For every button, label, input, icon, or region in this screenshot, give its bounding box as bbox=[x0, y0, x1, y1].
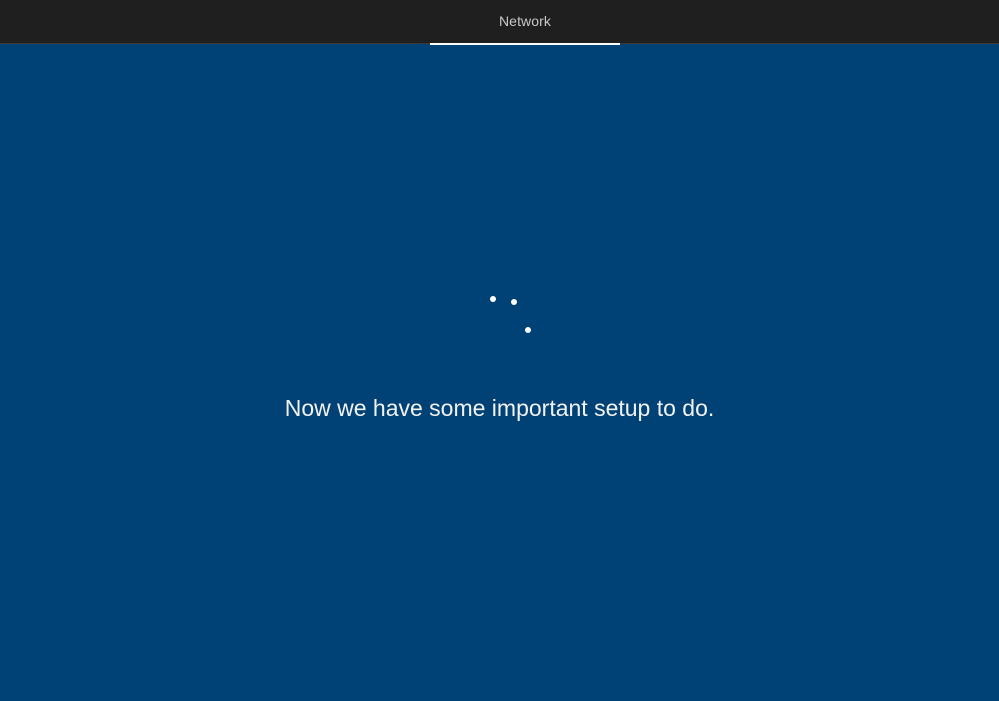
spinner-dot bbox=[511, 299, 517, 305]
top-bar: Network bbox=[0, 0, 999, 45]
tab-label: Network bbox=[498, 13, 552, 29]
spinner-dot bbox=[490, 296, 496, 302]
setup-screen: Now we have some important setup to do. bbox=[0, 45, 999, 701]
setup-message: Now we have some important setup to do. bbox=[284, 395, 715, 421]
loading-dots-icon bbox=[470, 290, 550, 340]
spinner-dot bbox=[525, 327, 531, 333]
tab-network[interactable]: Network bbox=[430, 0, 620, 45]
